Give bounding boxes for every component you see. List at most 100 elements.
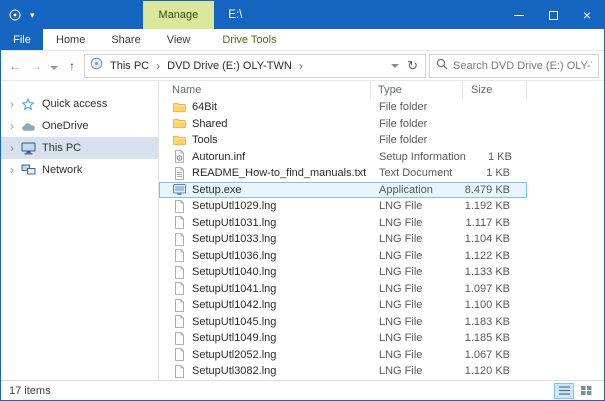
tab-share[interactable]: Share: [98, 29, 153, 50]
window-title: E:\: [228, 9, 243, 21]
tab-drive-tools[interactable]: Drive Tools: [209, 29, 289, 50]
column-header-name[interactable]: Name: [159, 81, 371, 99]
quick-access-toolbar-chevron-icon[interactable]: ▾: [30, 10, 35, 21]
file-type: File folder: [379, 134, 428, 147]
column-header-size[interactable]: Size: [463, 81, 527, 99]
sidebar-item-label: Quick access: [42, 98, 108, 110]
refresh-icon[interactable]: ↻: [407, 58, 418, 74]
file-explorer-window: ▾ Manage E:\ × File Home Share View Driv…: [0, 0, 605, 401]
breadcrumb-separator-icon[interactable]: ›: [299, 59, 303, 73]
address-dropdown-icon[interactable]: [391, 63, 400, 68]
file-name: Shared: [192, 117, 228, 130]
file-name-cell: Setup.exe: [160, 183, 372, 196]
file-name-cell: SetupUtl1045.lng: [160, 315, 372, 329]
search-box[interactable]: [429, 53, 599, 78]
file-size: 1.117 KB: [465, 216, 510, 229]
file-row-setuputl1040-lng[interactable]: SetupUtl1040.lng LNG File 1.133 KB: [159, 264, 527, 281]
breadcrumb-dvd-drive[interactable]: DVD Drive (E:) OLY-TWN: [164, 60, 295, 72]
expand-chevron-icon[interactable]: ›: [5, 141, 19, 155]
sidebar-item-label: Network: [42, 164, 83, 176]
file-type: LNG File: [379, 332, 423, 345]
sidebar-item-quick-access[interactable]: › Quick access: [1, 93, 158, 115]
lng-file-icon: [172, 249, 186, 263]
lng-file-icon: [172, 265, 186, 279]
file-row-64bit[interactable]: 64Bit File folder: [159, 99, 527, 116]
expand-chevron-icon[interactable]: ›: [5, 119, 19, 133]
file-row-setuputl1036-lng[interactable]: SetupUtl1036.lng LNG File 1.122 KB: [159, 248, 527, 265]
titlebar: ▾ Manage E:\ ×: [1, 1, 604, 29]
file-row-readme-how-to-find-manuals-txt[interactable]: README_How-to_find_manuals.txt Text Docum…: [159, 165, 527, 182]
file-name-cell: SetupUtl2052.lng: [160, 348, 372, 362]
file-name: SetupUtl1033.lng: [192, 233, 277, 246]
close-button[interactable]: ×: [570, 1, 604, 29]
up-button[interactable]: ↑: [63, 60, 81, 72]
lng-file-icon: [172, 282, 186, 296]
file-name: README_How-to_find_manuals.txt: [192, 167, 367, 180]
cloud-icon: [19, 121, 37, 132]
file-name-cell: Tools: [160, 134, 372, 146]
file-row-setuputl1045-lng[interactable]: SetupUtl1045.lng LNG File 1.183 KB: [159, 314, 527, 331]
file-row-setuputl2052-lng[interactable]: SetupUtl2052.lng LNG File 1.067 KB: [159, 347, 527, 364]
file-row-shared[interactable]: Shared File folder: [159, 116, 527, 133]
file-name: SetupUtl1031.lng: [192, 216, 277, 229]
file-size: 1.097 KB: [464, 282, 510, 295]
contextual-group-manage[interactable]: Manage: [142, 1, 215, 29]
lng-file-icon: [172, 315, 186, 329]
file-row-autorun-inf[interactable]: Autorun.inf Setup Information 1 KB: [159, 149, 527, 166]
file-type: LNG File: [379, 200, 423, 213]
file-size: 1.120 KB: [464, 365, 510, 378]
tab-home[interactable]: Home: [43, 29, 98, 50]
file-row-setuputl1029-lng[interactable]: SetupUtl1029.lng LNG File 1.192 KB: [159, 198, 527, 215]
file-rows: 64Bit File folder Shared File folder Tools Fi…: [159, 99, 604, 380]
ribbon-tab-strip: File Home Share View Drive Tools: [1, 29, 604, 51]
file-name-cell: SetupUtl3082.lng: [160, 364, 372, 378]
expand-chevron-icon[interactable]: ›: [5, 97, 19, 111]
network-icon: [19, 164, 37, 176]
recent-locations-dropdown[interactable]: [48, 60, 60, 72]
lng-file-icon: [172, 216, 186, 230]
file-type: LNG File: [379, 216, 423, 229]
file-row-tools[interactable]: Tools File folder: [159, 132, 527, 149]
explorer-main: › Quick access › OneDrive › This PC › Network N…: [1, 81, 604, 380]
file-type: LNG File: [379, 348, 423, 361]
file-type: LNG File: [379, 315, 423, 328]
file-row-setuputl3082-lng[interactable]: SetupUtl3082.lng LNG File 1.120 KB: [159, 363, 527, 380]
forward-button[interactable]: →: [27, 60, 45, 72]
sidebar-item-onedrive[interactable]: › OneDrive: [1, 115, 158, 137]
breadcrumb-this-pc[interactable]: This PC: [107, 60, 152, 72]
file-row-setuputl1031-lng[interactable]: SetupUtl1031.lng LNG File 1.117 KB: [159, 215, 527, 232]
tab-file[interactable]: File: [1, 29, 43, 50]
file-name: Autorun.inf: [192, 150, 246, 163]
file-row-setuputl1042-lng[interactable]: SetupUtl1042.lng LNG File 1.100 KB: [159, 297, 527, 314]
address-bar[interactable]: This PC › DVD Drive (E:) OLY-TWN › ↻: [84, 53, 426, 78]
file-name-cell: 64Bit: [160, 101, 372, 113]
tab-view[interactable]: View: [154, 29, 204, 50]
file-size: 1.100 KB: [464, 299, 510, 312]
breadcrumb-separator-icon[interactable]: ›: [156, 59, 160, 73]
expand-chevron-icon[interactable]: ›: [5, 163, 19, 177]
file-row-setuputl1041-lng[interactable]: SetupUtl1041.lng LNG File 1.097 KB: [159, 281, 527, 298]
search-input[interactable]: [453, 59, 592, 72]
folder-file-icon: [172, 135, 186, 146]
sidebar-item-network[interactable]: › Network: [1, 159, 158, 181]
file-type: Text Document: [379, 167, 453, 180]
file-name-cell: Shared: [160, 118, 372, 130]
thumbnails-view-button[interactable]: [576, 383, 596, 399]
folder-file-icon: [172, 118, 186, 129]
minimize-button[interactable]: [502, 1, 536, 29]
maximize-button[interactable]: [536, 1, 570, 29]
view-switcher: [554, 382, 596, 399]
file-row-setuputl1049-lng[interactable]: SetupUtl1049.lng LNG File 1.185 KB: [159, 330, 527, 347]
star-icon: [19, 97, 37, 111]
file-name-cell: SetupUtl1041.lng: [160, 282, 372, 296]
file-row-setup-exe[interactable]: Setup.exe Application 8.479 KB: [159, 181, 527, 198]
file-row-setuputl1033-lng[interactable]: SetupUtl1033.lng LNG File 1.104 KB: [159, 231, 527, 248]
sidebar-item-this-pc[interactable]: › This PC: [1, 137, 158, 159]
back-button[interactable]: ←: [6, 60, 24, 72]
details-view-button[interactable]: [554, 382, 574, 399]
file-name-cell: SetupUtl1033.lng: [160, 232, 372, 246]
column-header-type[interactable]: Type: [371, 81, 463, 99]
maximize-icon: [548, 10, 558, 20]
file-name: SetupUtl2052.lng: [192, 348, 277, 361]
status-bar: 17 items: [1, 380, 604, 400]
